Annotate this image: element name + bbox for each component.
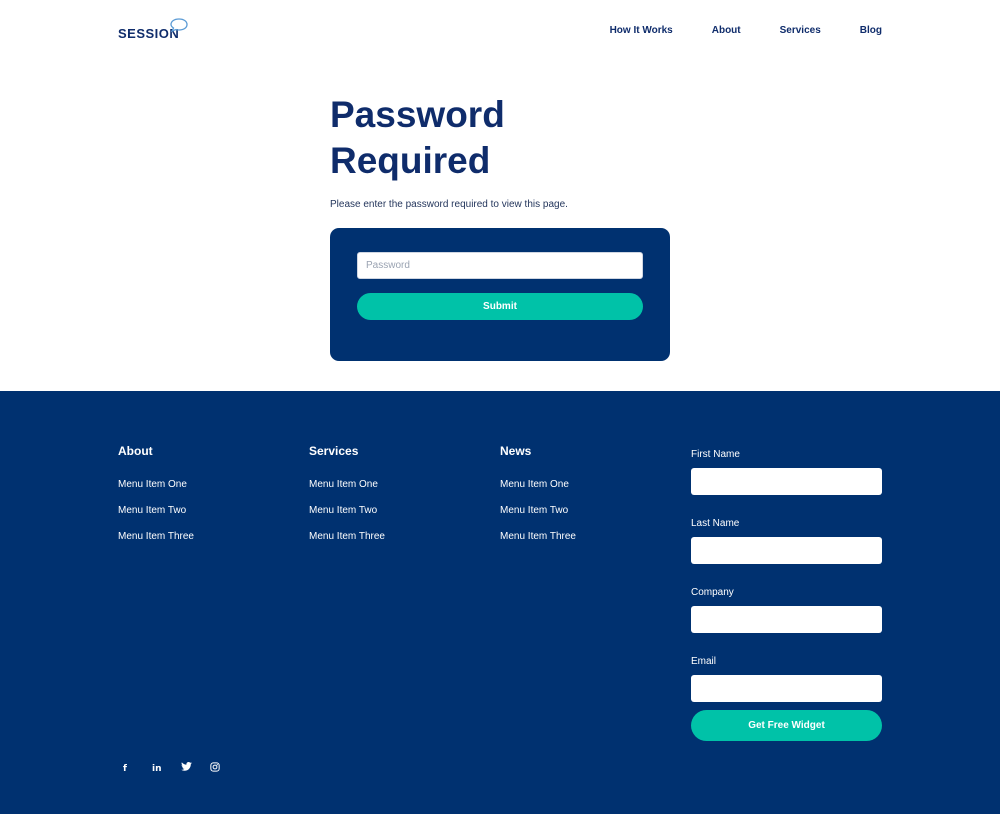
password-form: Submit bbox=[330, 228, 670, 361]
title-line-1: Password bbox=[330, 94, 505, 135]
footer-column-services: Services Menu Item One Menu Item Two Men… bbox=[309, 444, 385, 550]
first-name-label: First Name bbox=[691, 449, 740, 460]
social-links: f in bbox=[123, 762, 239, 776]
footer-column-title: Services bbox=[309, 444, 359, 458]
title-line-2: Required bbox=[330, 140, 491, 181]
email-field[interactable] bbox=[691, 675, 882, 702]
twitter-glyph bbox=[181, 762, 192, 771]
site-header: SESSION How It Works About Services Blog bbox=[0, 0, 1000, 60]
facebook-icon[interactable]: f bbox=[123, 762, 152, 776]
instagram-glyph bbox=[210, 762, 220, 772]
nav-services[interactable]: Services bbox=[780, 25, 821, 36]
footer-column-title: About bbox=[118, 444, 153, 458]
widget-signup-form: First Name Last Name Company Email bbox=[691, 449, 882, 725]
footer-link[interactable]: Menu Item One bbox=[500, 472, 576, 498]
footer-link[interactable]: Menu Item One bbox=[118, 472, 194, 498]
page-title: Password Required bbox=[330, 92, 590, 184]
footer-link[interactable]: Menu Item Three bbox=[309, 524, 385, 550]
get-free-widget-button[interactable]: Get Free Widget bbox=[691, 710, 882, 741]
footer-column-news: News Menu Item One Menu Item Two Menu It… bbox=[500, 444, 576, 550]
nav-about[interactable]: About bbox=[712, 25, 741, 36]
footer-link[interactable]: Menu Item Three bbox=[118, 524, 194, 550]
main-nav: How It Works About Services Blog bbox=[571, 25, 882, 36]
footer-link[interactable]: Menu Item Two bbox=[118, 498, 194, 524]
last-name-label: Last Name bbox=[691, 518, 740, 529]
speech-bubble-icon bbox=[170, 18, 188, 32]
twitter-icon[interactable] bbox=[181, 762, 210, 776]
footer-link[interactable]: Menu Item One bbox=[309, 472, 385, 498]
company-label: Company bbox=[691, 587, 734, 598]
linkedin-icon[interactable]: in bbox=[152, 762, 181, 776]
nav-blog[interactable]: Blog bbox=[860, 25, 882, 36]
password-input[interactable] bbox=[357, 252, 643, 279]
footer-column-title: News bbox=[500, 444, 532, 458]
nav-how-it-works[interactable]: How It Works bbox=[610, 25, 673, 36]
site-footer: About Menu Item One Menu Item Two Menu I… bbox=[0, 391, 1000, 814]
page-subtitle: Please enter the password required to vi… bbox=[330, 199, 568, 210]
email-label: Email bbox=[691, 656, 717, 667]
company-field[interactable] bbox=[691, 606, 882, 633]
instagram-icon[interactable] bbox=[210, 762, 239, 776]
footer-column-about: About Menu Item One Menu Item Two Menu I… bbox=[118, 444, 194, 550]
footer-link[interactable]: Menu Item Three bbox=[500, 524, 576, 550]
first-name-field[interactable] bbox=[691, 468, 882, 495]
submit-button[interactable]: Submit bbox=[357, 293, 643, 320]
footer-link[interactable]: Menu Item Two bbox=[500, 498, 576, 524]
footer-link[interactable]: Menu Item Two bbox=[309, 498, 385, 524]
last-name-field[interactable] bbox=[691, 537, 882, 564]
